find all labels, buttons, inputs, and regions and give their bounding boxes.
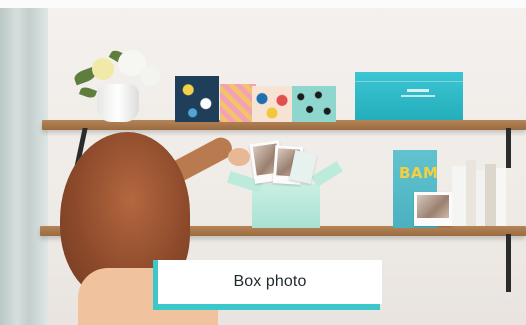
box-brand-mark: [407, 89, 429, 92]
book: [476, 170, 485, 226]
photo-print: [414, 192, 452, 226]
flower: [92, 58, 114, 80]
person-hand: [228, 148, 250, 166]
vase: [97, 84, 139, 122]
patterned-photo-box: [220, 84, 256, 122]
flower: [140, 66, 160, 86]
patterned-photo-box: [252, 86, 292, 122]
teal-gift-box: [355, 72, 463, 120]
bag-text: BAM: [399, 164, 439, 182]
book: [452, 166, 466, 226]
curtain: [0, 8, 48, 325]
book: [496, 168, 506, 226]
top-strip: [0, 0, 526, 8]
mint-box-flap: [311, 160, 343, 188]
box-lid-edge: [355, 81, 463, 82]
leaf: [78, 85, 98, 100]
patterned-photo-box: [175, 76, 219, 122]
shelf-bracket-right-lower: [506, 234, 511, 292]
patterned-photo-box: [292, 86, 336, 122]
card-title: Box photo: [233, 273, 307, 290]
box-brand-mark: [401, 95, 435, 97]
book: [485, 164, 496, 226]
category-card-box-photo[interactable]: BAM Box photo: [0, 0, 526, 325]
mint-photo-box: [252, 184, 320, 228]
card-label[interactable]: Box photo: [153, 260, 383, 310]
book: [466, 160, 476, 226]
label-box[interactable]: Box photo: [158, 260, 382, 304]
shelf-bracket-right-upper: [506, 128, 511, 168]
